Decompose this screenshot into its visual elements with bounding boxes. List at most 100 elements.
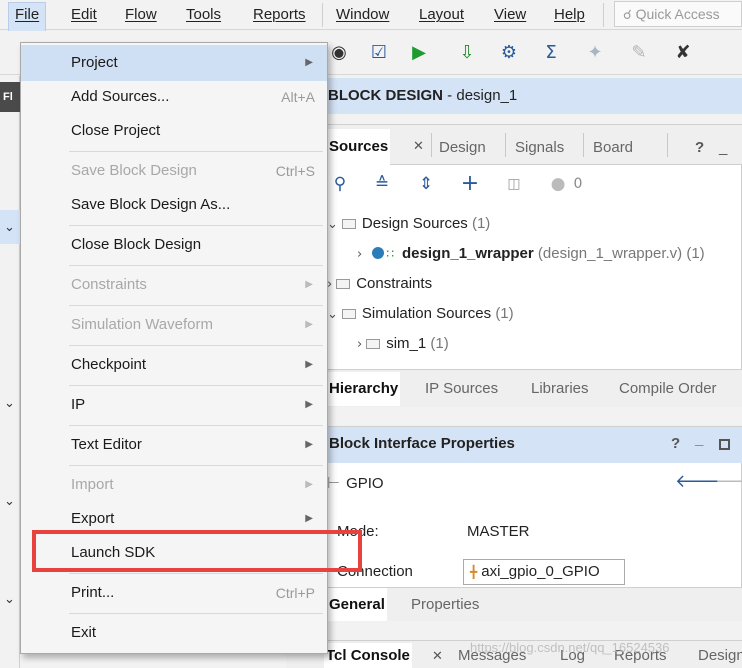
menu-window[interactable]: Window bbox=[336, 4, 389, 26]
menu-item-constraints[interactable]: Constraints ▶ bbox=[21, 267, 327, 303]
tree-item-sim-1[interactable]: › sim_1 (1) bbox=[357, 329, 449, 359]
submenu-arrow-icon: ▶ bbox=[305, 57, 313, 68]
chevron-right-icon[interactable]: › bbox=[357, 337, 362, 352]
close-icon[interactable]: ✕ bbox=[432, 643, 443, 668]
wand-icon[interactable]: ✦ bbox=[584, 42, 606, 64]
chevron-down-icon[interactable]: ⌄ bbox=[327, 217, 338, 232]
menu-separator bbox=[69, 385, 323, 386]
chevron-down-icon[interactable]: ⌄ bbox=[4, 494, 15, 509]
sources-toolbar: ⚲ ≙ ⇕ + ◫ ● 0 bbox=[327, 169, 742, 201]
minimize-icon[interactable]: _ bbox=[719, 133, 727, 163]
gear-icon[interactable]: ⚙ bbox=[498, 42, 520, 64]
close-icon[interactable]: ✕ bbox=[413, 131, 424, 161]
menu-tools[interactable]: Tools bbox=[186, 4, 221, 26]
tab-divider bbox=[505, 133, 506, 157]
tab-libraries[interactable]: Libraries bbox=[531, 372, 589, 402]
tab-tcl-console[interactable]: Tcl Console bbox=[324, 643, 412, 668]
menu-reports[interactable]: Reports bbox=[253, 4, 306, 26]
interface-name: GPIO bbox=[346, 475, 384, 492]
tab-hierarchy[interactable]: Hierarchy bbox=[327, 372, 401, 406]
tab-divider bbox=[431, 133, 432, 157]
tab-properties[interactable]: Properties bbox=[411, 588, 479, 618]
tree-label: Design Sources bbox=[361, 215, 468, 232]
menu-item-checkpoint[interactable]: Checkpoint ▶ bbox=[21, 347, 327, 383]
block-interface-properties-panel: Block Interface Properties ? _ ⊢ GPIO 🡐 🡒… bbox=[326, 423, 742, 621]
chevron-down-icon[interactable]: ⌄ bbox=[4, 396, 15, 411]
chevron-down-icon[interactable]: ⌄ bbox=[4, 220, 15, 235]
minimize-icon[interactable]: _ bbox=[695, 423, 703, 457]
tab-divider bbox=[583, 133, 584, 157]
help-icon[interactable]: ? bbox=[695, 133, 704, 163]
tree-item-constraints[interactable]: › Constraints bbox=[327, 269, 432, 299]
collapse-all-icon[interactable]: ≙ bbox=[371, 173, 393, 195]
status-dot-icon: ● bbox=[550, 174, 566, 194]
chevron-right-icon[interactable]: › bbox=[357, 247, 362, 262]
cancel-tool-icon[interactable]: ✘ bbox=[672, 42, 694, 64]
tree-item-simulation-sources[interactable]: ⌄ Simulation Sources (1) bbox=[327, 299, 514, 329]
menu-item-simulation-waveform[interactable]: Simulation Waveform ▶ bbox=[21, 307, 327, 343]
menu-item-print[interactable]: Print... Ctrl+P bbox=[21, 575, 327, 611]
tab-design[interactable]: Design bbox=[439, 133, 486, 163]
tab-signals[interactable]: Signals bbox=[515, 133, 564, 163]
menu-separator bbox=[69, 425, 323, 426]
menu-item-text-editor[interactable]: Text Editor ▶ bbox=[21, 427, 327, 463]
menu-item-exit[interactable]: Exit bbox=[21, 615, 327, 651]
menu-flow[interactable]: Flow bbox=[125, 4, 157, 26]
add-sources-icon[interactable]: + bbox=[459, 173, 481, 195]
expand-all-icon[interactable]: ⇕ bbox=[415, 173, 437, 195]
submenu-arrow-icon: ▶ bbox=[305, 279, 313, 290]
chevron-down-icon[interactable]: ⌄ bbox=[4, 592, 15, 607]
menu-layout[interactable]: Layout bbox=[419, 4, 464, 26]
menu-view[interactable]: View bbox=[494, 4, 526, 26]
connection-field[interactable]: ╋ axi_gpio_0_GPIO bbox=[463, 559, 625, 585]
block-design-node-icon bbox=[372, 247, 385, 259]
quick-access-search[interactable]: ☌ Quick Access bbox=[614, 1, 742, 27]
menu-item-close-project[interactable]: Close Project bbox=[21, 113, 327, 149]
menu-edit[interactable]: Edit bbox=[71, 4, 97, 26]
help-icon[interactable]: ? bbox=[671, 427, 680, 461]
menu-item-add-sources[interactable]: Add Sources... Alt+A bbox=[21, 79, 327, 115]
download-bitstream-icon[interactable]: ⇩ bbox=[456, 42, 478, 64]
tree-label: design_1_wrapper bbox=[402, 245, 534, 262]
tab-design[interactable]: Design bbox=[698, 643, 742, 668]
menu-item-ip[interactable]: IP ▶ bbox=[21, 387, 327, 423]
menu-item-save-block-design[interactable]: Save Block Design Ctrl+S bbox=[21, 153, 327, 189]
menu-separator bbox=[69, 573, 323, 574]
sigma-icon[interactable]: Σ bbox=[540, 42, 562, 64]
status-count: 0 bbox=[573, 176, 583, 192]
tree-item-design-wrapper[interactable]: › ∷ design_1_wrapper (design_1_wrapper.v)… bbox=[357, 239, 705, 269]
tab-sources[interactable]: Sources bbox=[327, 129, 391, 165]
submenu-arrow-icon: ▶ bbox=[305, 439, 313, 450]
watermark: https://blog.csdn.net/qq_16524536 bbox=[470, 640, 670, 655]
forward-arrow-icon[interactable]: 🡒 bbox=[715, 471, 742, 492]
sources-tab-bar: Sources ✕ Design Signals Board ? _ bbox=[327, 125, 742, 165]
menu-divider bbox=[603, 3, 604, 27]
submenu-arrow-icon: ▶ bbox=[305, 319, 313, 330]
run-icon[interactable]: ▶ bbox=[408, 42, 430, 64]
flow-navigator-label: Fl bbox=[0, 82, 20, 112]
tree-count: (1) bbox=[495, 305, 514, 322]
connection-value: axi_gpio_0_GPIO bbox=[481, 563, 600, 580]
menu-item-save-block-design-as[interactable]: Save Block Design As... bbox=[21, 187, 327, 223]
binoculars-icon[interactable]: ◉ bbox=[328, 42, 350, 64]
help-box-icon[interactable]: ◫ bbox=[503, 173, 525, 195]
folder-icon bbox=[341, 309, 356, 319]
menu-item-project[interactable]: Project ▶ bbox=[21, 45, 327, 81]
chevron-down-icon[interactable]: ⌄ bbox=[327, 307, 338, 322]
tab-board[interactable]: Board bbox=[593, 133, 633, 163]
tab-general[interactable]: General bbox=[327, 588, 387, 621]
pen-icon[interactable]: ✎ bbox=[628, 42, 650, 64]
search-icon[interactable]: ⚲ bbox=[329, 173, 351, 195]
tree-label: Simulation Sources bbox=[361, 305, 492, 322]
menu-help[interactable]: Help bbox=[554, 4, 585, 26]
menu-separator bbox=[69, 305, 323, 306]
menu-item-import[interactable]: Import ▶ bbox=[21, 467, 327, 503]
tree-item-design-sources[interactable]: ⌄ Design Sources (1) bbox=[327, 209, 490, 239]
maximize-icon[interactable] bbox=[719, 439, 730, 450]
menu-item-close-block-design[interactable]: Close Block Design bbox=[21, 227, 327, 263]
tree-count: (1) bbox=[430, 335, 449, 352]
tab-ip-sources[interactable]: IP Sources bbox=[425, 372, 498, 402]
menu-file[interactable]: File bbox=[8, 2, 47, 32]
checklist-icon[interactable]: ☑ bbox=[368, 42, 390, 64]
tab-compile-order[interactable]: Compile Order bbox=[619, 372, 717, 402]
